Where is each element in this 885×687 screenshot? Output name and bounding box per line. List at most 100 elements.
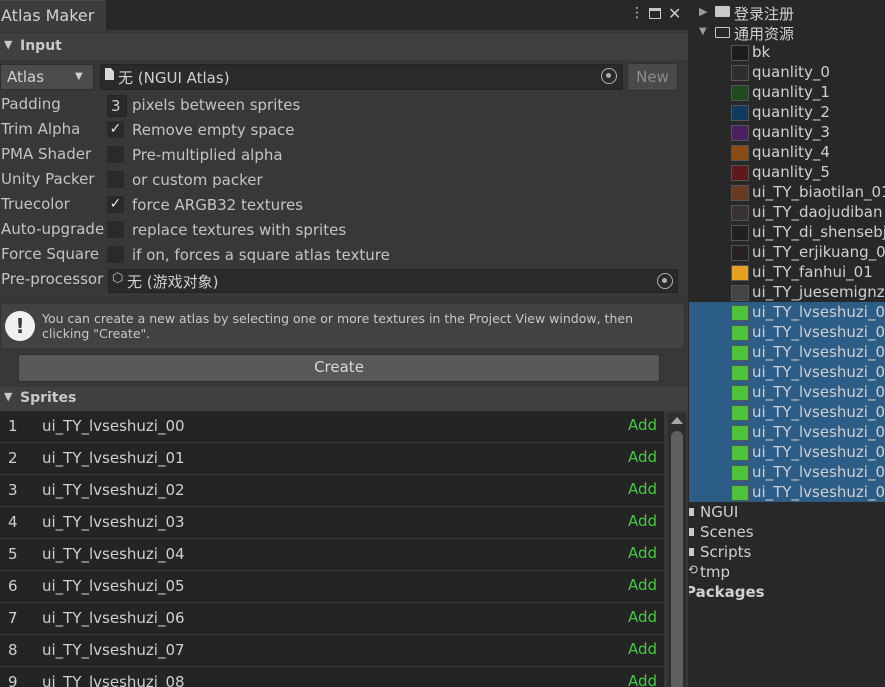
packages-label: Packages xyxy=(689,583,765,601)
atlas-type-label: Atlas xyxy=(7,68,45,86)
input-section-header[interactable]: ▼ Input xyxy=(0,34,688,60)
scrollbar-thumb[interactable] xyxy=(671,431,683,687)
truecolor-checkbox[interactable]: ✓ xyxy=(107,196,124,213)
texture-thumbnail-icon xyxy=(731,445,749,461)
texture-thumbnail-icon xyxy=(731,145,749,161)
add-sprite-button[interactable]: Add xyxy=(628,672,657,687)
sprites-section-header[interactable]: ▼ Sprites xyxy=(0,387,688,411)
asset-name: ui_TY_di_shensebj xyxy=(752,223,885,241)
texture-thumbnail-icon xyxy=(731,185,749,201)
add-sprite-button[interactable]: Add xyxy=(628,416,657,434)
asset-name: quanlity_4 xyxy=(752,143,830,161)
checkmark-icon: ✓ xyxy=(109,196,122,212)
collapsed-arrow-icon: ▶ xyxy=(699,5,708,18)
trim-alpha-checkbox[interactable]: ✓ xyxy=(107,121,124,138)
texture-thumbnail-icon xyxy=(731,165,749,181)
asset-name: ui_TY_lvseshuzi_09 xyxy=(752,483,885,501)
folder-icon xyxy=(689,548,694,556)
pma-shader-checkbox[interactable] xyxy=(107,146,124,163)
preprocessor-value: 无 (游戏对象) xyxy=(127,273,219,291)
asset-name: ui_TY_daojudiban xyxy=(752,203,883,221)
close-icon[interactable]: ✕ xyxy=(668,4,681,23)
unity-packer-checkbox[interactable] xyxy=(107,171,124,188)
kebab-menu-icon[interactable]: ⋮ xyxy=(630,5,644,21)
texture-thumbnail-icon xyxy=(731,305,749,321)
folder-name: Scenes xyxy=(700,523,754,541)
add-sprite-button[interactable]: Add xyxy=(628,544,657,562)
new-atlas-button[interactable]: New xyxy=(627,63,678,91)
atlas-type-dropdown[interactable]: Atlas ▼ xyxy=(0,64,94,90)
sprite-index: 8 xyxy=(8,641,18,659)
folder-name: 登录注册 xyxy=(734,5,795,23)
asset-name: quanlity_3 xyxy=(752,123,830,141)
add-sprite-button[interactable]: Add xyxy=(628,512,657,530)
folder-icon xyxy=(689,528,694,536)
texture-thumbnail-icon xyxy=(731,105,749,121)
texture-thumbnail-icon xyxy=(731,45,749,61)
asset-name: ui_TY_lvseshuzi_00 xyxy=(752,303,885,321)
folder-icon xyxy=(689,508,694,516)
sprite-row: 2 ui_TY_lvseshuzi_01 Add xyxy=(0,443,664,475)
sprite-name: ui_TY_lvseshuzi_01 xyxy=(42,449,185,467)
project-tree-panel: ▶ 登录注册 ▼ 通用资源 bk quanlity_0 quanlity_1 quan… xyxy=(689,0,885,687)
sprite-row: 9 ui_TY_lvseshuzi_08 Add xyxy=(0,667,664,687)
info-text: You can create a new atlas by selecting … xyxy=(42,311,633,341)
asset-name: ui_TY_lvseshuzi_07 xyxy=(752,443,885,461)
collapse-triangle-icon: ▼ xyxy=(4,390,13,403)
scroll-up-arrow-icon[interactable] xyxy=(671,417,683,424)
gameobject-cube-icon: ⬡ xyxy=(112,271,124,286)
sprites-scrollbar[interactable] xyxy=(668,413,686,687)
asset-name: ui_TY_erjikuang_01 xyxy=(752,243,885,261)
tab-title: Atlas Maker xyxy=(1,6,95,25)
auto-upgrade-checkbox[interactable] xyxy=(107,221,124,238)
create-button[interactable]: Create xyxy=(18,354,660,382)
texture-thumbnail-icon xyxy=(731,285,749,301)
sprite-row: 3 ui_TY_lvseshuzi_02 Add xyxy=(0,475,664,507)
sprite-name: ui_TY_lvseshuzi_06 xyxy=(42,609,185,627)
add-sprite-button[interactable]: Add xyxy=(628,576,657,594)
sprite-index: 9 xyxy=(8,673,18,687)
pma-shader-label: PMA Shader xyxy=(1,145,92,163)
tab-bar: Atlas Maker ⋮ ✕ xyxy=(0,0,688,31)
packages-header[interactable]: Packages xyxy=(689,583,765,603)
texture-thumbnail-icon xyxy=(731,205,749,221)
create-button-label: Create xyxy=(314,358,364,376)
folder-icon: ⟲ xyxy=(689,563,698,578)
add-sprite-button[interactable]: Add xyxy=(628,448,657,466)
add-sprite-button[interactable]: Add xyxy=(628,480,657,498)
sprite-index: 1 xyxy=(8,417,18,435)
maximize-icon[interactable] xyxy=(649,8,661,19)
texture-thumbnail-icon xyxy=(731,225,749,241)
add-sprite-button[interactable]: Add xyxy=(628,640,657,658)
collapse-triangle-icon: ▼ xyxy=(4,38,13,51)
asset-name: bk xyxy=(752,43,771,61)
sprite-row: 8 ui_TY_lvseshuzi_07 Add xyxy=(0,635,664,667)
info-icon: ! xyxy=(5,311,35,341)
sprite-name: ui_TY_lvseshuzi_00 xyxy=(42,417,185,435)
input-section-title: Input xyxy=(20,38,62,54)
atlas-object-field[interactable]: 无 (NGUI Atlas) xyxy=(100,64,623,90)
preprocessor-object-field[interactable]: ⬡ 无 (游戏对象) xyxy=(108,269,678,293)
auto-upgrade-desc: replace textures with sprites xyxy=(132,221,347,239)
asset-name: ui_TY_juesemignzid xyxy=(752,283,885,301)
asset-name: ui_TY_biaotilan_01 xyxy=(752,183,885,201)
texture-thumbnail-icon xyxy=(731,345,749,361)
asset-name: ui_TY_lvseshuzi_02 xyxy=(752,343,885,361)
asset-name: ui_TY_lvseshuzi_04 xyxy=(752,383,885,401)
force-square-checkbox[interactable] xyxy=(107,246,124,263)
sprite-name: ui_TY_lvseshuzi_02 xyxy=(42,481,185,499)
texture-thumbnail-icon xyxy=(731,485,749,501)
object-picker-icon[interactable] xyxy=(601,68,617,84)
sprite-name: ui_TY_lvseshuzi_03 xyxy=(42,513,185,531)
expanded-arrow-icon: ▼ xyxy=(699,26,707,37)
add-sprite-button[interactable]: Add xyxy=(628,608,657,626)
object-picker-icon[interactable] xyxy=(657,273,673,289)
tab-atlas-maker[interactable]: Atlas Maker xyxy=(0,0,106,31)
sprite-index: 4 xyxy=(8,513,18,531)
padding-input[interactable]: 3 xyxy=(107,95,127,117)
folder-name: 通用资源 xyxy=(734,25,795,43)
preprocessor-label: Pre-processor xyxy=(1,270,104,288)
file-icon xyxy=(105,68,114,80)
sprite-row: 1 ui_TY_lvseshuzi_00 Add xyxy=(0,411,664,443)
asset-name: quanlity_5 xyxy=(752,163,830,181)
